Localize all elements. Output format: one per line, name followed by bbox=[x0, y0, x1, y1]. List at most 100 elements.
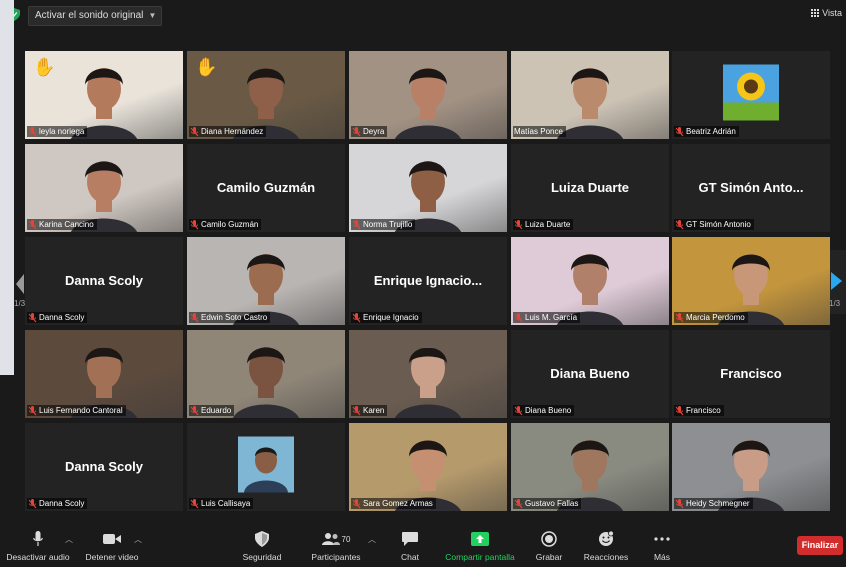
view-button[interactable]: Vista bbox=[811, 8, 842, 18]
participant-name: Beatriz Adrián bbox=[686, 127, 736, 136]
chevron-down-icon[interactable]: ▼ bbox=[148, 7, 156, 25]
muted-microphone-icon bbox=[514, 312, 523, 323]
muted-microphone-icon bbox=[190, 405, 199, 416]
participant-name: Marcia Perdomo bbox=[686, 313, 745, 322]
participant-tile[interactable]: Camilo Guzmán Camilo Guzmán bbox=[187, 144, 345, 232]
participant-name-label: Camilo Guzmán bbox=[189, 219, 262, 230]
end-meeting-button[interactable]: Finalizar bbox=[797, 536, 843, 555]
participant-name: Enrique Ignacio bbox=[363, 313, 419, 322]
participant-name-label: Danna Scoly bbox=[27, 312, 88, 323]
participant-video-feed bbox=[394, 68, 462, 139]
record-button[interactable]: Grabar bbox=[530, 530, 568, 562]
participant-name: Danna Scoly bbox=[39, 313, 85, 322]
participant-tile[interactable]: Marcia Perdomo bbox=[672, 237, 830, 325]
participant-tile[interactable]: Eduardo bbox=[187, 330, 345, 418]
share-screen-button[interactable]: Compartir pantalla bbox=[440, 530, 520, 562]
muted-microphone-icon bbox=[675, 498, 684, 509]
participant-name-label: Francisco bbox=[674, 405, 724, 416]
participant-tile[interactable]: Matías Ponce bbox=[511, 51, 669, 139]
page-indicator-right: 1/3 bbox=[829, 299, 841, 308]
participant-name: Eduardo bbox=[201, 406, 232, 415]
participant-display-name: Francisco bbox=[720, 366, 782, 381]
participant-tile[interactable]: Deyra bbox=[349, 51, 507, 139]
participant-display-name: Danna Scoly bbox=[64, 459, 144, 474]
original-sound-button[interactable]: Activar el sonido original ▼ bbox=[28, 6, 163, 26]
muted-microphone-icon bbox=[28, 405, 37, 416]
participant-tile[interactable]: Danna Scoly Danna Scoly bbox=[25, 237, 183, 325]
muted-microphone-icon bbox=[352, 405, 361, 416]
security-label: Seguridad bbox=[242, 552, 282, 562]
participant-tile[interactable]: Francisco Francisco bbox=[672, 330, 830, 418]
participant-name: Camilo Guzmán bbox=[201, 220, 259, 229]
participant-name-label: Luis M. García bbox=[513, 312, 581, 323]
participant-display-name: Camilo Guzmán bbox=[216, 180, 316, 195]
participant-tile[interactable]: Enrique Ignacio... Enrique Ignacio bbox=[349, 237, 507, 325]
participant-count: 70 bbox=[341, 534, 351, 544]
participant-display-name: Enrique Ignacio... bbox=[373, 273, 483, 288]
audio-options-chevron-icon[interactable]: ︿ bbox=[65, 534, 73, 545]
participant-name: Diana Bueno bbox=[525, 406, 572, 415]
participant-tile[interactable]: Heidy Schmegner bbox=[672, 423, 830, 511]
reactions-smiley-icon bbox=[599, 531, 614, 546]
participant-tile[interactable]: Luiza Duarte Luiza Duarte bbox=[511, 144, 669, 232]
security-button[interactable]: Seguridad bbox=[238, 530, 286, 562]
video-camera-icon bbox=[103, 534, 121, 544]
participant-tile[interactable]: GT Simón Anto... GT Simón Antonio bbox=[672, 144, 830, 232]
video-options-chevron-icon[interactable]: ︿ bbox=[134, 534, 142, 545]
participant-name-label: Sara Gomez Armas bbox=[351, 498, 436, 509]
participant-name-label: Gustavo Fallas bbox=[513, 498, 582, 509]
participant-tile[interactable]: Karina Cancino bbox=[25, 144, 183, 232]
muted-microphone-icon bbox=[190, 312, 199, 323]
participant-tile[interactable]: Diana Bueno Diana Bueno bbox=[511, 330, 669, 418]
mute-audio-label: Desactivar audio bbox=[6, 552, 70, 562]
participant-tile[interactable]: ✋ leyla noriega bbox=[25, 51, 183, 139]
participant-name: Diana Hernández bbox=[201, 127, 264, 136]
participant-tile[interactable]: Sara Gomez Armas bbox=[349, 423, 507, 511]
participant-tile[interactable]: Luis M. García bbox=[511, 237, 669, 325]
meeting-top-bar: Activar el sonido original ▼ Vista bbox=[0, 0, 846, 30]
participant-tile[interactable]: Norma Trujillo bbox=[349, 144, 507, 232]
more-dots-icon bbox=[654, 537, 670, 541]
more-button[interactable]: Más bbox=[645, 530, 679, 562]
participant-tile[interactable]: Karen bbox=[349, 330, 507, 418]
profile-picture bbox=[723, 64, 779, 126]
microphone-icon bbox=[33, 531, 43, 546]
participant-tile[interactable]: Edwin Soto Castro bbox=[187, 237, 345, 325]
participant-name-label: Luiza Duarte bbox=[513, 219, 574, 230]
participant-name: Gustavo Fallas bbox=[525, 499, 579, 508]
participants-options-chevron-icon[interactable]: ︿ bbox=[368, 534, 376, 545]
participant-video-feed bbox=[232, 347, 300, 418]
stop-video-label: Detener video bbox=[85, 552, 139, 562]
participant-name: GT Simón Antonio bbox=[686, 220, 751, 229]
mute-audio-button[interactable]: Desactivar audio bbox=[4, 530, 72, 562]
participant-name: Matías Ponce bbox=[514, 127, 563, 136]
participant-name: Luis Callisaya bbox=[201, 499, 251, 508]
chat-label: Chat bbox=[401, 552, 419, 562]
muted-microphone-icon bbox=[352, 126, 361, 137]
muted-microphone-icon bbox=[514, 498, 523, 509]
muted-microphone-icon bbox=[28, 312, 37, 323]
participant-tile[interactable]: Gustavo Fallas bbox=[511, 423, 669, 511]
participant-name-label: leyla noriega bbox=[27, 126, 88, 137]
participant-tile[interactable]: ✋ Diana Hernández bbox=[187, 51, 345, 139]
chat-button[interactable]: Chat bbox=[392, 530, 428, 562]
participant-name-label: Marcia Perdomo bbox=[674, 312, 748, 323]
participant-name: Luiza Duarte bbox=[525, 220, 571, 229]
participant-tile[interactable]: Beatriz Adrián bbox=[672, 51, 830, 139]
raised-hand-icon: ✋ bbox=[33, 57, 56, 77]
chevron-right-icon bbox=[831, 272, 842, 290]
participant-name: Luis M. García bbox=[525, 313, 578, 322]
reactions-button[interactable]: Reacciones bbox=[580, 530, 632, 562]
participant-display-name: Luiza Duarte bbox=[550, 180, 629, 195]
participant-name: Sara Gomez Armas bbox=[363, 499, 433, 508]
participant-tile[interactable]: Luis Callisaya bbox=[187, 423, 345, 511]
participants-button[interactable]: 70 Participantes bbox=[306, 530, 366, 562]
participant-tile[interactable]: Luis Fernando Cantoral bbox=[25, 330, 183, 418]
muted-microphone-icon bbox=[675, 312, 684, 323]
participants-icon bbox=[321, 533, 340, 545]
participant-name-label: Beatriz Adrián bbox=[674, 126, 739, 137]
participant-display-name: Diana Bueno bbox=[550, 366, 630, 381]
page-indicator-left: 1/3 bbox=[14, 299, 26, 308]
participant-tile[interactable]: Danna Scoly Danna Scoly bbox=[25, 423, 183, 511]
participant-name: Karen bbox=[363, 406, 385, 415]
